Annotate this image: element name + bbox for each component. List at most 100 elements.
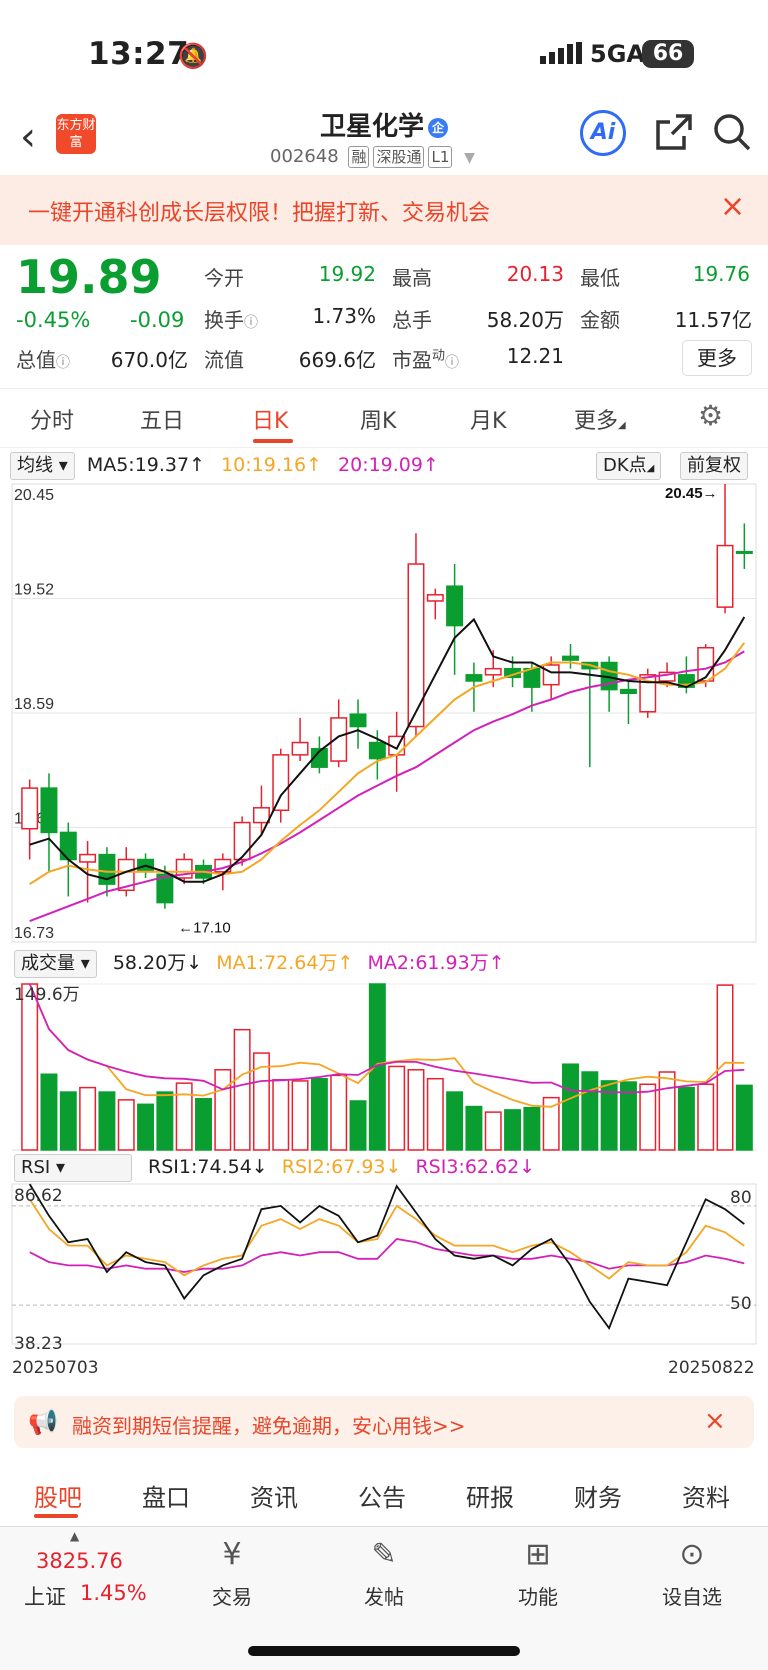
- stock-code: 002648: [270, 146, 339, 167]
- adjust-button[interactable]: 前复权: [680, 452, 748, 480]
- rsi-bottom-label: 38.23: [14, 1334, 63, 1354]
- volume-bar: [484, 1111, 502, 1151]
- ai-assistant-button[interactable]: Ai: [580, 110, 626, 156]
- tab-announcements[interactable]: 公告: [358, 1478, 406, 1513]
- stock-code-row: 002648 融深股通 L1 ▼: [270, 146, 475, 168]
- volume-bar: [504, 1109, 522, 1151]
- tab-profile[interactable]: 资料: [682, 1478, 730, 1513]
- volume-ma2: MA2:61.93万↑: [367, 952, 505, 974]
- post-icon[interactable]: ✎: [344, 1537, 424, 1572]
- tab-monthly-k[interactable]: 月K: [470, 403, 506, 435]
- function-grid-icon[interactable]: ⊞: [498, 1537, 578, 1572]
- tab-five-day[interactable]: 五日: [140, 403, 184, 435]
- tab-research[interactable]: 研报: [466, 1478, 514, 1513]
- volume-selector[interactable]: 成交量 ▾: [14, 950, 97, 978]
- search-icon[interactable]: [712, 112, 752, 161]
- date-start: 20250703: [12, 1358, 99, 1378]
- change-amount: -0.09: [130, 308, 185, 332]
- mcap-value: 670.0亿: [110, 348, 188, 372]
- signal-icon: [540, 42, 582, 64]
- info-icon[interactable]: ⓘ: [56, 355, 70, 371]
- volume-bar: [175, 1082, 193, 1151]
- volume-bar: [117, 1099, 135, 1151]
- bell-muted-icon: 🔕: [178, 42, 208, 70]
- candle-body: [291, 741, 309, 756]
- promo-banner[interactable]: 一键开通科创成长层权限！把握打新、交易机会 ×: [0, 175, 768, 245]
- rsi-top-label: 86.62: [14, 1186, 63, 1206]
- volume-selector-label: 成交量: [21, 953, 75, 974]
- tab-orderbook[interactable]: 盘口: [142, 1478, 190, 1513]
- tab-weekly-k[interactable]: 周K: [360, 403, 396, 435]
- tab-intraday[interactable]: 分时: [30, 403, 74, 435]
- megaphone-icon: 📢: [28, 1408, 58, 1436]
- tab-forum[interactable]: 股吧: [34, 1478, 82, 1513]
- volume-bar: [59, 1091, 77, 1151]
- function-label[interactable]: 功能: [498, 1581, 578, 1610]
- open-label: 今开: [204, 266, 244, 290]
- more-button[interactable]: 更多: [682, 340, 752, 376]
- post-label[interactable]: 发帖: [344, 1581, 424, 1610]
- watchlist-icon[interactable]: ⊙: [652, 1537, 732, 1572]
- status-bar: 13:27 🔕 5GA 66: [0, 0, 768, 110]
- turnover-value: 1.73%: [312, 304, 376, 328]
- volume-bar: [349, 1100, 367, 1151]
- candle-body: [562, 655, 579, 661]
- candle-body: [252, 807, 270, 824]
- rsi-selector[interactable]: RSI ▾: [14, 1154, 132, 1182]
- dk-point-button[interactable]: DK点◢: [596, 452, 662, 480]
- battery-icon: 66: [642, 40, 694, 68]
- volume-bar: [195, 1098, 212, 1151]
- rsi2-value: RSI2:67.93↓: [281, 1156, 402, 1178]
- close-icon[interactable]: ×: [704, 1406, 726, 1436]
- volume-bar: [233, 1028, 251, 1151]
- settings-gear-icon[interactable]: ⚙: [698, 399, 723, 432]
- status-time: 13:27: [88, 36, 190, 72]
- caret-icon: ◢: [618, 420, 626, 431]
- change-percent: -0.45%: [16, 308, 91, 332]
- tab-financials[interactable]: 财务: [574, 1478, 622, 1513]
- kline-chart[interactable]: 20.4519.5218.5917.6616.7320.45→←17.10: [0, 482, 768, 1380]
- volume-bar: [291, 1080, 309, 1151]
- volume-bar: [697, 1083, 715, 1151]
- tab-daily-k[interactable]: 日K: [252, 403, 288, 435]
- indicator-selector-label: 均线: [17, 455, 53, 476]
- volume-bar: [735, 1084, 753, 1151]
- margin-notice-banner[interactable]: 📢 融资到期短信提醒，避免逾期，安心用钱>> ×: [14, 1396, 754, 1448]
- low-value: 19.76: [692, 262, 750, 286]
- candle-body: [484, 667, 502, 676]
- info-icon[interactable]: ⓘ: [445, 355, 459, 371]
- trade-label[interactable]: 交易: [192, 1581, 272, 1610]
- info-icon[interactable]: ⓘ: [244, 315, 258, 331]
- candle-body: [233, 821, 251, 861]
- share-icon[interactable]: [654, 112, 694, 161]
- low-label: 最低: [580, 266, 620, 290]
- tab-more[interactable]: 更多◢: [574, 403, 626, 435]
- low-annotation: ←17.10: [178, 919, 231, 936]
- close-icon[interactable]: ×: [720, 189, 745, 224]
- network-type: 5GA: [590, 40, 645, 68]
- pe-value: 12.21: [506, 344, 564, 368]
- index-value[interactable]: 3825.76: [36, 1549, 123, 1573]
- indicator-selector[interactable]: 均线 ▾: [10, 452, 75, 480]
- turnover-label: 换手ⓘ: [204, 304, 258, 333]
- trade-icon[interactable]: ¥: [192, 1537, 272, 1572]
- volume-bar: [426, 1077, 444, 1151]
- mcap-label-text: 总值: [16, 348, 56, 372]
- chart-tabs: 分时 五日 日K 周K 月K 更多◢ ⚙: [0, 388, 768, 448]
- candle-body: [619, 688, 637, 695]
- candle-body: [426, 594, 444, 602]
- rsi1-value: RSI1:74.54↓: [148, 1156, 268, 1178]
- mcap-label: 总值ⓘ: [16, 344, 70, 373]
- bottom-content-tabs: 股吧 盘口 资讯 公告 研报 财务 资料: [0, 1460, 768, 1520]
- up-arrow-icon: ▲: [70, 1529, 80, 1543]
- volume-legend: 成交量 ▾ 58.20万↓ MA1:72.64万↑ MA2:61.93万↑: [14, 948, 505, 978]
- tag-level: L1: [428, 146, 453, 168]
- candle-body: [79, 853, 97, 863]
- dropdown-icon[interactable]: ▼: [464, 150, 475, 166]
- tag-connect: 深股通: [373, 146, 425, 168]
- index-name: 上证: [24, 1585, 66, 1609]
- volume-ma1: MA1:72.64万↑: [216, 952, 354, 974]
- tab-news[interactable]: 资讯: [250, 1478, 298, 1513]
- watchlist-label[interactable]: 设自选: [652, 1581, 732, 1610]
- volume-bar: [79, 1086, 97, 1151]
